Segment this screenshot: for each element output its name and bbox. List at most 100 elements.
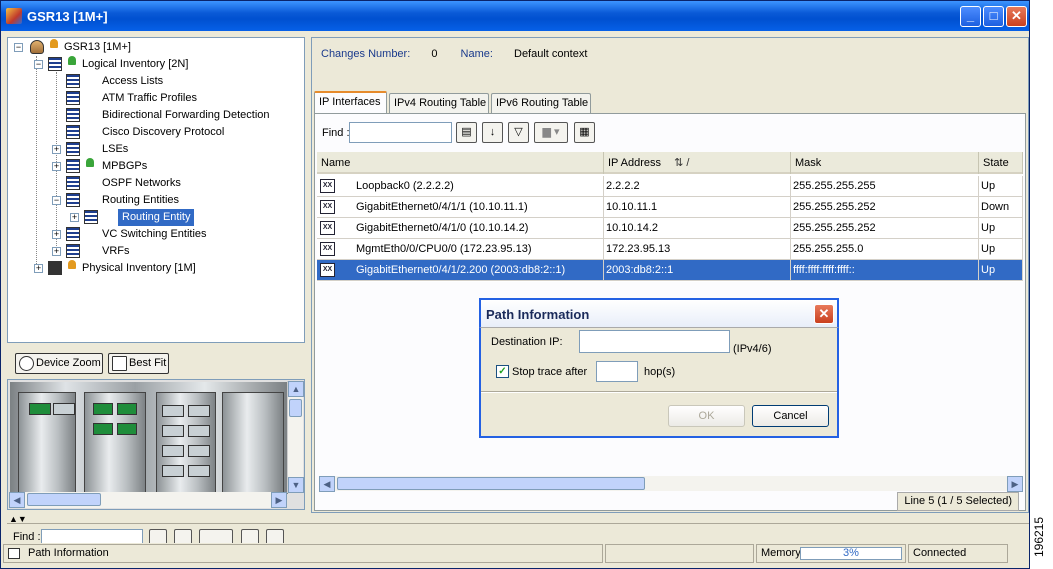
scroll-right-icon[interactable]: ▶ — [1007, 476, 1023, 492]
tree-item-label: Cisco Discovery Protocol — [102, 126, 225, 138]
table-row-selected[interactable]: XX GigabitEthernet0/4/1/2.200 (2003:db8:… — [317, 260, 1023, 281]
scroll-right-icon[interactable]: ▶ — [271, 492, 287, 508]
cancel-button[interactable]: Cancel — [752, 405, 829, 427]
status-message: Path Information — [3, 544, 603, 563]
scroll-thumb[interactable] — [27, 493, 101, 506]
chassis-slot[interactable] — [84, 392, 146, 494]
sort-icon[interactable]: ↓ — [482, 122, 503, 143]
close-button[interactable]: ✕ — [1006, 6, 1027, 27]
table-icon — [66, 142, 80, 156]
sort-icon[interactable] — [174, 529, 192, 543]
interface-icon: XX — [320, 263, 335, 277]
chassis-vertical-scrollbar[interactable]: ▲ ▼ — [287, 381, 304, 493]
best-fit-label: Best Fit — [129, 357, 167, 369]
expand-icon[interactable]: + — [52, 230, 61, 239]
tab-ipv6-routing-table[interactable]: IPv6 Routing Table — [491, 93, 591, 113]
table-icon — [66, 176, 80, 190]
window-title: GSR13 [1M+] — [27, 9, 108, 24]
expand-icon[interactable]: + — [52, 162, 61, 171]
find-next-icon[interactable] — [149, 529, 167, 543]
scroll-thumb[interactable] — [337, 477, 645, 490]
cell-ip-address: 10.10.11.1 — [604, 197, 791, 218]
title-bar[interactable]: GSR13 [1M+] _ □ ✕ — [1, 1, 1029, 31]
tree-item-label: OSPF Networks — [102, 177, 181, 189]
alarm-icon — [68, 56, 76, 65]
device-zoom-label: Device Zoom — [36, 357, 101, 369]
cell-name: MgmtEth0/0/CPU0/0 (172.23.95.13) — [354, 239, 604, 260]
scroll-left-icon[interactable]: ◀ — [319, 476, 335, 492]
destination-ip-input[interactable] — [579, 330, 730, 353]
port-indicator — [188, 465, 210, 477]
chassis-slot[interactable] — [156, 392, 216, 494]
stop-trace-checkbox[interactable]: ✓ — [496, 365, 509, 378]
chassis-horizontal-scrollbar[interactable]: ◀ ▶ — [9, 492, 287, 508]
cell-name: GigabitEthernet0/4/1/1 (10.10.11.1) — [354, 197, 604, 218]
dialog-title-bar[interactable]: Path Information ✕ — [479, 298, 839, 328]
cell-mask: 255.255.255.0 — [791, 239, 979, 260]
table-horizontal-scrollbar[interactable]: ◀ ▶ — [319, 476, 1023, 492]
expand-icon[interactable]: + — [52, 247, 61, 256]
cell-state: Down — [979, 197, 1023, 218]
chassis-slot[interactable] — [222, 392, 284, 494]
table-row[interactable]: XX GigabitEthernet0/4/1/1 (10.10.11.1) 1… — [317, 197, 1023, 218]
minimize-button[interactable]: _ — [960, 6, 981, 27]
port-indicator — [93, 423, 113, 435]
scroll-left-icon[interactable]: ◀ — [9, 492, 25, 508]
tree-item-label: VRFs — [102, 245, 130, 257]
tree-guide-line — [36, 56, 37, 270]
scroll-thumb[interactable] — [289, 399, 302, 417]
memory-label: Memory: — [761, 547, 804, 559]
column-header-ip-address[interactable]: IP Address ⇅ / — [604, 152, 791, 174]
table-icon — [66, 193, 80, 207]
find-input[interactable] — [349, 122, 452, 143]
bottom-find-input[interactable] — [41, 529, 143, 543]
tab-ip-interfaces[interactable]: IP Interfaces — [314, 91, 387, 113]
scroll-down-icon[interactable]: ▼ — [288, 477, 304, 493]
table-settings-icon[interactable]: ▦ — [574, 122, 595, 143]
print-icon[interactable] — [241, 529, 259, 543]
details-pane: Changes Number: 0 Name: Default context … — [311, 37, 1029, 513]
column-header-name[interactable]: Name — [317, 152, 604, 174]
status-cell-empty — [605, 544, 754, 563]
status-message-text: Path Information — [28, 547, 109, 559]
collapse-icon[interactable]: − — [14, 43, 23, 52]
device-zoom-button[interactable]: Device Zoom — [15, 353, 103, 374]
tab-ipv4-routing-table[interactable]: IPv4 Routing Table — [389, 93, 489, 113]
chassis-view[interactable]: ▲ ▼ ◀ ▶ — [7, 379, 305, 510]
port-indicator — [162, 405, 184, 417]
routing-entity-icon — [84, 210, 98, 224]
column-header-mask[interactable]: Mask — [791, 152, 979, 174]
ok-button[interactable]: OK — [668, 405, 745, 427]
interface-icon: XX — [320, 200, 335, 214]
filter-icon[interactable]: ▽ — [508, 122, 529, 143]
hop-count-input[interactable] — [596, 361, 638, 382]
chassis-slot[interactable] — [18, 392, 76, 494]
tree-item-label: Access Lists — [102, 75, 164, 87]
expand-icon[interactable]: + — [70, 213, 79, 222]
table-row[interactable]: XX Loopback0 (2.2.2.2) 2.2.2.2 255.255.2… — [317, 176, 1023, 197]
figure-number-text: 196215 — [1032, 516, 1047, 558]
expand-icon[interactable]: + — [52, 145, 61, 154]
cell-state: Up — [979, 176, 1023, 197]
table-row[interactable]: XX MgmtEth0/0/CPU0/0 (172.23.95.13) 172.… — [317, 239, 1023, 260]
tree-item-label: MPBGPs — [102, 160, 148, 172]
table-settings-icon[interactable] — [266, 529, 284, 543]
expand-icon[interactable]: + — [34, 264, 43, 273]
interface-icon: XX — [320, 179, 335, 193]
bottom-find-bar: Find : — [9, 527, 309, 543]
scroll-up-icon[interactable]: ▲ — [288, 381, 304, 397]
find-next-icon[interactable]: ▤ — [456, 122, 477, 143]
collapse-icon[interactable]: − — [34, 60, 43, 69]
collapse-icon[interactable]: − — [52, 196, 61, 205]
best-fit-button[interactable]: Best Fit — [108, 353, 169, 374]
magnifier-icon — [19, 356, 34, 371]
tree-item-label: Logical Inventory [2N] — [82, 58, 189, 70]
cell-name: GigabitEthernet0/4/1/0 (10.10.14.2) — [354, 218, 604, 239]
export-dropdown-icon[interactable] — [199, 529, 233, 543]
column-header-state[interactable]: State — [979, 152, 1023, 174]
maximize-button[interactable]: □ — [983, 6, 1004, 27]
export-dropdown-icon[interactable]: ▆ ▾ — [534, 122, 568, 143]
table-row[interactable]: XX GigabitEthernet0/4/1/0 (10.10.14.2) 1… — [317, 218, 1023, 239]
figure-number: 196215 — [1032, 512, 1049, 566]
dialog-close-button[interactable]: ✕ — [814, 304, 834, 324]
